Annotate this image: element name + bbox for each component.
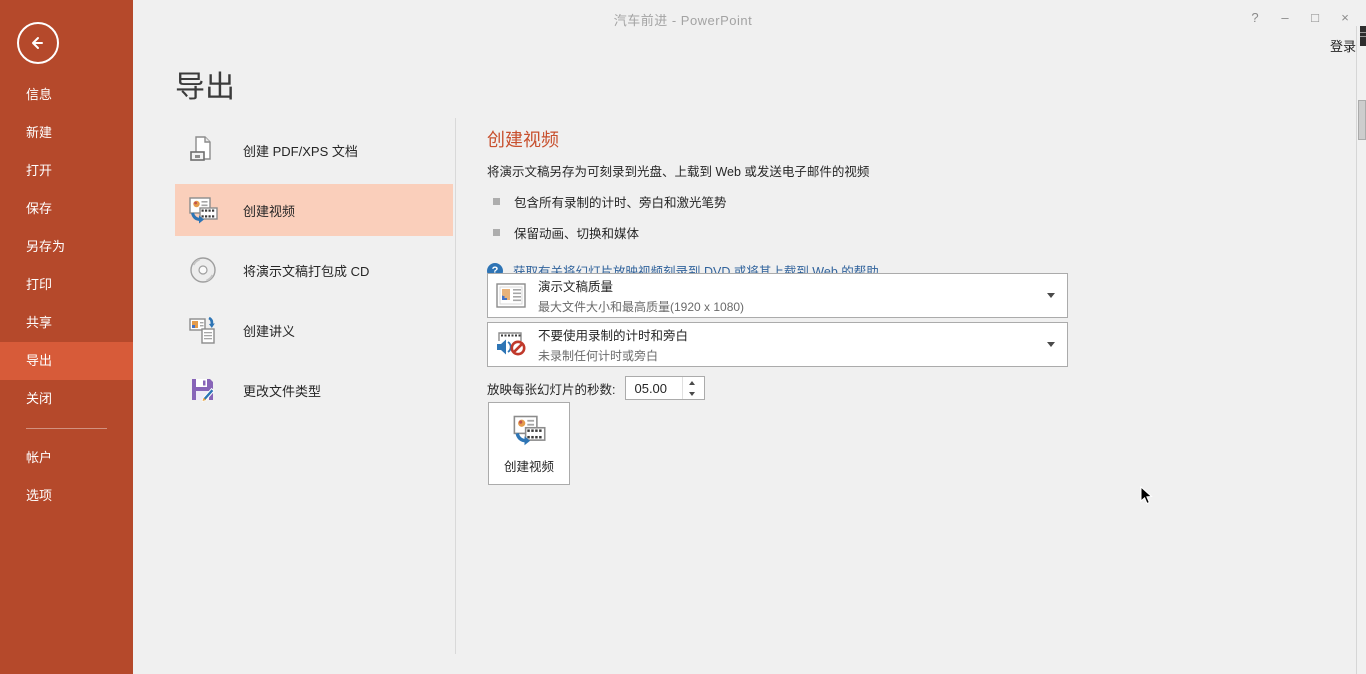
sidebar-item-open[interactable]: 打开	[0, 152, 133, 190]
dropdown-texts: 不要使用录制的计时和旁白 未录制任何计时或旁白	[538, 325, 1047, 364]
sidebar-item-share[interactable]: 共享	[0, 304, 133, 342]
sidebar-item-export[interactable]: 导出	[0, 342, 133, 380]
bullet-square-icon	[493, 198, 500, 205]
chevron-down-icon	[1047, 293, 1055, 298]
option-create-handouts[interactable]: 创建讲义	[175, 304, 453, 356]
create-video-icon	[187, 194, 219, 226]
sidebar-item-close[interactable]: 关闭	[0, 380, 133, 418]
option-label: 创建讲义	[243, 321, 295, 340]
window-title: 汽车前进 - PowerPoint	[0, 10, 1366, 29]
option-create-video[interactable]: 创建视频	[175, 184, 453, 236]
sidebar-item-save[interactable]: 保存	[0, 190, 133, 228]
option-label: 创建 PDF/XPS 文档	[243, 141, 358, 160]
spinner-buttons	[682, 377, 700, 399]
mouse-cursor	[1140, 486, 1153, 506]
back-arrow-icon	[26, 31, 50, 55]
bullet-text: 包含所有录制的计时、旁白和激光笔势	[514, 192, 727, 211]
window-controls: ? – □ ×	[1240, 6, 1360, 28]
dropdown-subtitle: 最大文件大小和最高质量(1920 x 1080)	[538, 298, 1047, 315]
panel-description: 将演示文稿另存为可刻录到光盘、上载到 Web 或发送电子邮件的视频	[487, 161, 1087, 180]
scrollbar-top-marker	[1360, 26, 1366, 46]
timings-narrations-dropdown[interactable]: 不要使用录制的计时和旁白 未录制任何计时或旁白	[487, 322, 1068, 367]
package-cd-icon	[187, 254, 219, 286]
pdf-xps-document-icon	[187, 134, 219, 166]
create-video-button[interactable]: 创建视频	[488, 402, 570, 485]
option-label: 创建视频	[243, 201, 295, 220]
sidebar-item-saveas[interactable]: 另存为	[0, 228, 133, 266]
sidebar-divider	[26, 428, 107, 429]
create-video-panel: 创建视频 将演示文稿另存为可刻录到光盘、上载到 Web 或发送电子邮件的视频 包…	[487, 126, 1087, 280]
dropdown-subtitle: 未录制任何计时或旁白	[538, 347, 1047, 364]
close-button[interactable]: ×	[1330, 6, 1360, 28]
dropdown-title: 不要使用录制的计时和旁白	[538, 325, 1047, 344]
create-video-button-label: 创建视频	[504, 456, 554, 475]
bullet-square-icon	[493, 229, 500, 236]
panel-heading: 创建视频	[487, 126, 1087, 152]
change-file-type-icon	[187, 374, 219, 406]
sidebar-item-options[interactable]: 选项	[0, 477, 133, 515]
dropdown-texts: 演示文稿质量 最大文件大小和最高质量(1920 x 1080)	[538, 276, 1047, 315]
content-divider	[455, 118, 456, 654]
sidebar-item-info[interactable]: 信息	[0, 76, 133, 114]
seconds-per-slide-row: 放映每张幻灯片的秒数:	[487, 376, 705, 400]
sidebar-item-print[interactable]: 打印	[0, 266, 133, 304]
option-label: 更改文件类型	[243, 381, 321, 400]
dropdown-title: 演示文稿质量	[538, 276, 1047, 295]
create-video-button-icon	[510, 412, 548, 448]
backstage-sidebar: 信息 新建 打开 保存 另存为 打印 共享 导出 关闭 帐户 选项	[0, 0, 133, 674]
spinner-up-icon[interactable]	[683, 377, 700, 388]
video-quality-dropdown[interactable]: 演示文稿质量 最大文件大小和最高质量(1920 x 1080)	[487, 273, 1068, 318]
option-change-file-type[interactable]: 更改文件类型	[175, 364, 453, 416]
maximize-button[interactable]: □	[1300, 6, 1330, 28]
sidebar-item-account[interactable]: 帐户	[0, 439, 133, 477]
minimize-button[interactable]: –	[1270, 6, 1300, 28]
seconds-input[interactable]	[626, 377, 682, 399]
vertical-scrollbar[interactable]	[1356, 26, 1366, 674]
seconds-spinbox	[625, 376, 705, 400]
option-label: 将演示文稿打包成 CD	[243, 261, 369, 280]
spinner-down-icon[interactable]	[683, 388, 700, 399]
option-create-pdf-xps[interactable]: 创建 PDF/XPS 文档	[175, 124, 453, 176]
seconds-per-slide-label: 放映每张幻灯片的秒数:	[487, 379, 615, 398]
back-button[interactable]	[17, 22, 59, 64]
help-button[interactable]: ?	[1240, 6, 1270, 28]
page-title: 导出	[175, 62, 235, 106]
option-package-cd[interactable]: 将演示文稿打包成 CD	[175, 244, 453, 296]
presentation-quality-icon	[494, 279, 528, 313]
bullet-text: 保留动画、切换和媒体	[514, 223, 639, 242]
export-options-list: 创建 PDF/XPS 文档 创建视频	[175, 124, 453, 424]
no-recorded-timings-icon	[494, 328, 528, 362]
sign-in-link[interactable]: 登录	[1330, 36, 1356, 55]
sidebar-menu: 信息 新建 打开 保存 另存为 打印 共享 导出 关闭 帐户 选项	[0, 76, 133, 515]
create-handouts-icon	[187, 314, 219, 346]
chevron-down-icon	[1047, 342, 1055, 347]
bullet-item: 保留动画、切换和媒体	[487, 223, 1087, 242]
sidebar-item-new[interactable]: 新建	[0, 114, 133, 152]
scrollbar-thumb[interactable]	[1358, 100, 1366, 140]
bullet-item: 包含所有录制的计时、旁白和激光笔势	[487, 192, 1087, 211]
